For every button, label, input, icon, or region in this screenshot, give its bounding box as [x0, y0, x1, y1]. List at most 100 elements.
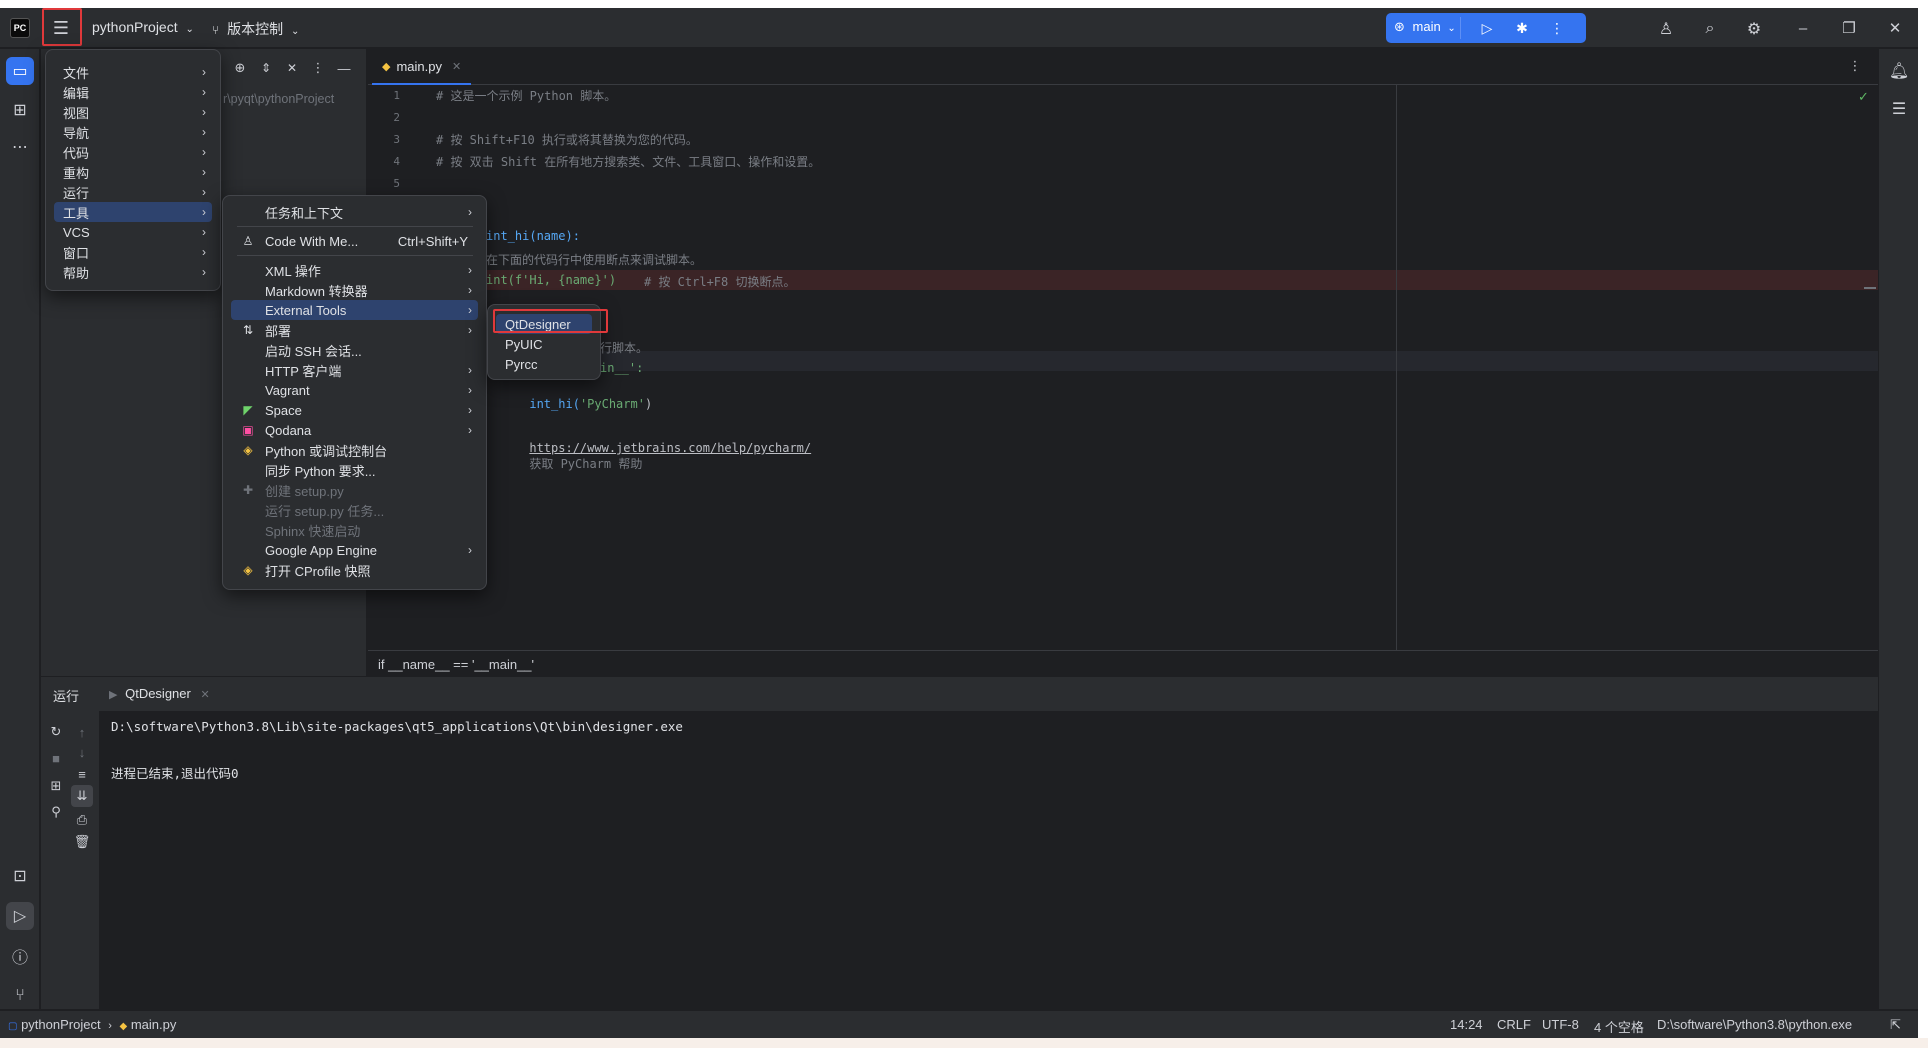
- stop-icon[interactable]: ■: [45, 747, 67, 769]
- code-line-def[interactable]: int_hi(name):: [486, 229, 580, 243]
- menu-item-pyuic[interactable]: PyUIC: [496, 334, 592, 354]
- menu-item-file[interactable]: 文件 ›: [54, 62, 212, 82]
- menu-item-vcs[interactable]: VCS ›: [54, 222, 212, 242]
- soft-wrap-icon[interactable]: ≡: [71, 763, 93, 785]
- menu-item-tools[interactable]: 工具 ›: [54, 202, 212, 222]
- code-with-me-icon[interactable]: ♙: [1654, 17, 1678, 41]
- menu-item-markdown-converter[interactable]: Markdown 转换器 ›: [231, 280, 478, 300]
- minimize-button[interactable]: –: [1790, 16, 1816, 40]
- database-icon[interactable]: ☰: [1885, 95, 1913, 123]
- project-selector[interactable]: pythonProject ⌄: [92, 19, 194, 35]
- code-line-comment[interactable]: 在下面的代码行中使用断点来调试脚本。: [486, 251, 702, 268]
- close-tab-icon[interactable]: ✕: [200, 689, 209, 701]
- tab-main-py[interactable]: ◆ main.py ✕: [372, 49, 472, 85]
- settings-gear-icon[interactable]: ⚙: [1742, 17, 1766, 41]
- menu-item-http-client[interactable]: HTTP 客户端 ›: [231, 360, 478, 380]
- python-interpreter[interactable]: D:\software\Python3.8\python.exe: [1657, 1017, 1852, 1032]
- help-link[interactable]: https://www.jetbrains.com/help/pycharm/: [529, 441, 811, 455]
- line-separator[interactable]: CRLF: [1497, 1017, 1531, 1032]
- more-actions-button[interactable]: ⋮: [1546, 17, 1568, 39]
- menu-item-tasks-contexts[interactable]: 任务和上下文 ›: [231, 202, 478, 222]
- code-line-fragment[interactable]: 行脚本。: [600, 339, 648, 356]
- menu-item-refactor[interactable]: 重构 ›: [54, 162, 212, 182]
- menu-item-python-console[interactable]: ◈ Python 或调试控制台: [231, 440, 478, 460]
- code-line-print-comment[interactable]: # 按 Ctrl+F8 切换断点。: [644, 273, 795, 290]
- menu-item-qodana[interactable]: ▣ Qodana ›: [231, 420, 478, 440]
- menu-item-space[interactable]: ◤ Space ›: [231, 400, 478, 420]
- menu-item-navigate[interactable]: 导航 ›: [54, 122, 212, 142]
- code-line[interactable]: # 按 Shift+F10 执行或将其替换为您的代码。: [436, 131, 698, 148]
- menu-item-view[interactable]: 视图 ›: [54, 102, 212, 122]
- code-line[interactable]: # 这是一个示例 Python 脚本。: [436, 87, 616, 104]
- hide-panel-icon[interactable]: —: [335, 59, 353, 77]
- code-line-print[interactable]: int(f'Hi, {name}'): [486, 273, 616, 287]
- menu-item-open-cprofile[interactable]: ◈ 打开 CProfile 快照: [231, 560, 478, 580]
- menu-item-deployment[interactable]: ⇅ 部署 ›: [231, 320, 478, 340]
- menu-item-xml-actions[interactable]: XML 操作 ›: [231, 260, 478, 280]
- project-root-path[interactable]: r\pyqt\pythonProject: [223, 92, 334, 106]
- terminal-icon[interactable]: ⊡: [6, 862, 34, 890]
- scroll-down-icon[interactable]: ↓: [71, 741, 93, 763]
- menu-item-code[interactable]: 代码 ›: [54, 142, 212, 162]
- caret-position[interactable]: 14:24: [1450, 1017, 1483, 1032]
- chevron-right-icon: ›: [468, 383, 472, 397]
- lock-icon[interactable]: ⇱: [1890, 1017, 1901, 1033]
- menu-item-sync-requirements[interactable]: 同步 Python 要求...: [231, 460, 478, 480]
- menu-item-window[interactable]: 窗口 ›: [54, 242, 212, 262]
- locate-icon[interactable]: ⊕: [231, 59, 249, 77]
- menu-item-run[interactable]: 运行 ›: [54, 182, 212, 202]
- status-bar: ▢ pythonProject › ◆ main.py 14:24 CRLF U…: [0, 1010, 1918, 1038]
- expand-collapse-icon[interactable]: ⇕: [257, 59, 275, 77]
- run-tab-qtdesigner[interactable]: ▶ QtDesigner ✕: [109, 686, 210, 701]
- rerun-icon[interactable]: ↻: [45, 721, 67, 743]
- menu-item-help[interactable]: 帮助 ›: [54, 262, 212, 282]
- collapse-all-icon[interactable]: ✕: [283, 59, 301, 77]
- console-output[interactable]: D:\software\Python3.8\Lib\site-packages\…: [99, 711, 1878, 1010]
- more-tools-icon[interactable]: ⋯: [6, 133, 34, 161]
- menu-item-code-with-me[interactable]: ♙ Code With Me... Ctrl+Shift+Y: [231, 231, 478, 251]
- restore-button[interactable]: ❐: [1836, 16, 1862, 40]
- code-line-call[interactable]: int_hi('PyCharm'): [486, 383, 652, 425]
- indent-setting[interactable]: 4 个空格: [1594, 1017, 1644, 1036]
- chevron-right-icon: ›: [468, 403, 472, 417]
- code-breadcrumb[interactable]: if __name__ == '__main__': [368, 650, 1878, 676]
- status-breadcrumb[interactable]: ▢ pythonProject › ◆ main.py: [8, 1017, 176, 1032]
- notifications-bell-icon[interactable]: 🔔︎: [1885, 57, 1913, 85]
- vcs-selector[interactable]: ⑂ 版本控制 ⌄: [212, 19, 299, 39]
- close-tab-icon[interactable]: ✕: [452, 60, 461, 73]
- code-line[interactable]: # 按 双击 Shift 在所有地方搜索类、文件、工具窗口、操作和设置。: [436, 153, 820, 170]
- menu-item-ssh-session[interactable]: 启动 SSH 会话...: [231, 340, 478, 360]
- project-folder-icon[interactable]: ▭: [6, 57, 34, 85]
- chevron-right-icon: ›: [202, 225, 206, 239]
- run-config-selector[interactable]: ⊛ main ⌄: [1394, 19, 1456, 35]
- menu-item-external-tools[interactable]: External Tools ›: [231, 300, 478, 320]
- package-icon: ✚: [242, 483, 254, 497]
- menu-item-vagrant[interactable]: Vagrant ›: [231, 380, 478, 400]
- run-button[interactable]: ▷: [1476, 17, 1498, 39]
- inspection-ok-icon[interactable]: ✓: [1858, 89, 1869, 105]
- code-line-help[interactable]: https://www.jetbrains.com/help/pycharm/ …: [486, 427, 811, 486]
- tab-options-icon[interactable]: ⋮: [1846, 57, 1864, 75]
- pin-icon[interactable]: ⚲: [45, 801, 67, 823]
- print-icon[interactable]: ⎙: [71, 809, 93, 831]
- layout-icon[interactable]: ⊞: [45, 775, 67, 797]
- debug-button[interactable]: ✱: [1511, 17, 1533, 39]
- options-icon[interactable]: ⋮: [309, 59, 327, 77]
- tools-submenu: 任务和上下文 › ♙ Code With Me... Ctrl+Shift+Y X…: [222, 195, 487, 590]
- close-button[interactable]: ✕: [1882, 16, 1908, 40]
- search-icon[interactable]: ⌕: [1698, 17, 1722, 41]
- file-encoding[interactable]: UTF-8: [1542, 1017, 1579, 1032]
- run-tool-icon[interactable]: ▷: [6, 902, 34, 930]
- code-line-fragment[interactable]: in__':: [600, 361, 643, 375]
- scroll-up-icon[interactable]: ↑: [71, 721, 93, 743]
- git-icon[interactable]: ⑂: [6, 982, 34, 1010]
- structure-icon[interactable]: ⊞: [6, 96, 34, 124]
- menu-item-google-app-engine[interactable]: Google App Engine ›: [231, 540, 478, 560]
- menu-item-pyrcc[interactable]: Pyrcc: [496, 354, 592, 374]
- scroll-to-end-icon[interactable]: ⇊: [71, 785, 93, 807]
- run-tab-label: QtDesigner: [125, 686, 191, 701]
- menu-item-edit[interactable]: 编辑 ›: [54, 82, 212, 102]
- chevron-right-icon: ›: [468, 323, 472, 337]
- problems-icon[interactable]: ⓘ: [6, 942, 34, 970]
- trash-icon[interactable]: 🗑︎: [71, 831, 93, 853]
